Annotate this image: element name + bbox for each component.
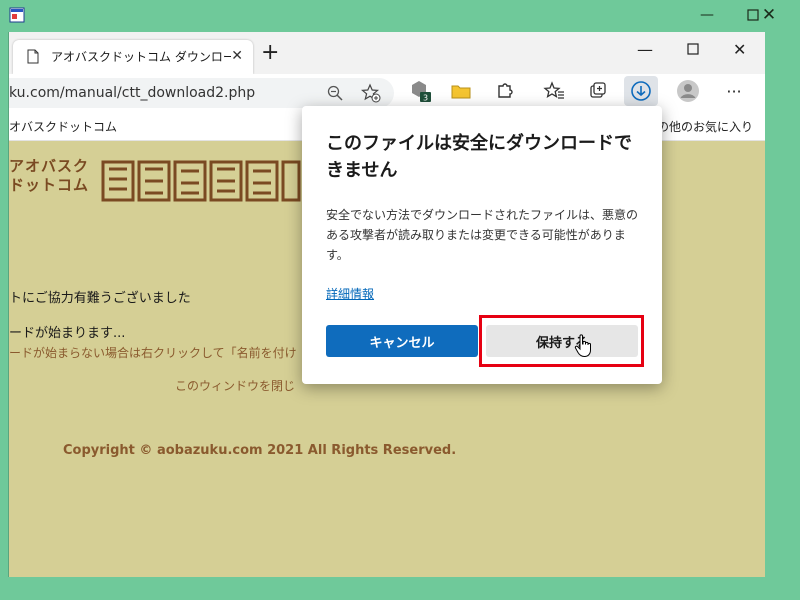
avatar	[677, 80, 699, 102]
tab-strip: アオバスクドットコム ダウンロード有難う ✕ + — ✕	[9, 32, 765, 74]
dialog-body: 安全でない方法でダウンロードされたファイルは、悪意のある攻撃者が読み取りまたは変…	[326, 208, 639, 262]
zoom-icon[interactable]	[327, 85, 343, 101]
dialog-title: このファイルは安全にダウンロードできません	[326, 133, 632, 181]
settings-more-button[interactable]: ···	[722, 79, 746, 103]
favorites-button[interactable]	[542, 79, 566, 103]
browser-minimize-button[interactable]: —	[637, 40, 653, 59]
outer-window: — ✕ アオバスクドットコム ダウンロード有難う ✕ + — ✕	[0, 0, 800, 600]
app-window-icon	[9, 7, 25, 23]
download-start-text: ードが始まります...	[9, 326, 126, 341]
highlight-annotation	[479, 315, 644, 367]
outer-title-bar: — ✕	[0, 0, 800, 32]
site-logo[interactable]: アオバスク ドットコム	[9, 157, 89, 205]
page-favicon-icon	[27, 49, 39, 64]
thanks-text: トにご協力有難うございました	[9, 291, 191, 306]
profile-button[interactable]	[676, 79, 700, 103]
extension-hexagon-icon: 3	[412, 81, 431, 103]
close-window-link[interactable]: このウィンドウを閉じ	[175, 377, 295, 394]
address-bar[interactable]: ku.com/manual/ctt_download2.php	[9, 78, 394, 108]
browser-maximize-button[interactable]	[687, 40, 699, 59]
cancel-button[interactable]: キャンセル	[326, 325, 478, 357]
hand-cursor-icon	[574, 334, 591, 358]
collections-icon	[590, 82, 606, 98]
tab-close-icon[interactable]: ✕	[231, 48, 243, 64]
tab-title: アオバスクドットコム ダウンロード有難う	[51, 50, 231, 64]
download-icon	[631, 81, 651, 101]
extension-badge-button[interactable]: 3	[408, 79, 432, 103]
extensions-button[interactable]	[493, 79, 517, 103]
browser-maximize-icon	[687, 43, 699, 55]
tab-active[interactable]: アオバスクドットコム ダウンロード有難う ✕	[13, 40, 253, 74]
details-link[interactable]: 詳細情報	[326, 285, 374, 302]
site-logo-text: アオバスク ドットコム	[9, 157, 89, 194]
folder-extension-button[interactable]	[449, 79, 473, 103]
favorite-item[interactable]: オバスクドットコム	[9, 118, 117, 135]
copyright-text: Copyright © aobazuku.com 2021 All Rights…	[63, 443, 457, 458]
puzzle-icon	[498, 83, 513, 98]
download-hint-text: ードが始まらない場合は右クリックして「名前を付け	[9, 346, 297, 360]
address-url[interactable]: ku.com/manual/ctt_download2.php	[9, 85, 255, 101]
browser-close-button[interactable]: ✕	[733, 40, 746, 59]
outer-close-button[interactable]: ✕	[746, 0, 792, 30]
outer-minimize-button[interactable]: —	[684, 0, 730, 30]
favorites-star-icon	[543, 81, 564, 99]
site-banner-graphic	[101, 160, 301, 202]
downloads-button[interactable]	[624, 76, 658, 106]
extension-badge-count: 3	[423, 94, 428, 103]
new-tab-button[interactable]: +	[261, 40, 279, 66]
add-favorite-icon[interactable]	[361, 83, 381, 103]
folder-icon	[451, 85, 471, 99]
collections-button[interactable]	[586, 79, 610, 103]
